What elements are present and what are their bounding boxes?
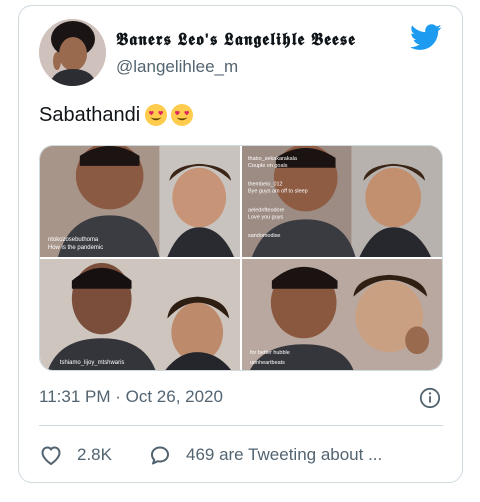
twitter-bird-icon[interactable] bbox=[410, 24, 442, 51]
tweet-body: Sabathandi bbox=[39, 103, 141, 126]
tweet-card[interactable]: 𝕭𝖆𝖓𝖊𝖗𝖘 𝕷𝖊𝖔'𝖘 𝕷𝖆𝖓𝖌𝖊𝖑𝖎𝖍𝖑𝖊 𝕭𝖊𝖊𝖘𝖊 @langelihl… bbox=[18, 5, 463, 483]
overlay-comment-user: aelednfteodore bbox=[248, 207, 284, 213]
tweet-actions: 2.8K 469 are Tweeting about ... bbox=[39, 440, 382, 470]
tweet-text: Sabathandi bbox=[39, 103, 194, 127]
overlay-comment-text: Couple on goals bbox=[248, 163, 288, 169]
display-name[interactable]: 𝕭𝖆𝖓𝖊𝖗𝖘 𝕷𝖊𝖔'𝖘 𝕷𝖆𝖓𝖌𝖊𝖑𝖎𝖍𝖑𝖊 𝕭𝖊𝖊𝖘𝖊 bbox=[116, 30, 356, 50]
user-handle[interactable]: @langelihlee_m bbox=[116, 57, 238, 77]
reply-button[interactable]: 469 are Tweeting about ... bbox=[148, 443, 382, 467]
overlay-comment-user: thabo_sekakarakala bbox=[248, 156, 298, 162]
tweet-timestamp[interactable]: 11:31 PM · Oct 26, 2020 bbox=[39, 387, 223, 407]
reply-label: 469 are Tweeting about ... bbox=[185, 445, 383, 464]
overlay-comment-text: Love you guys bbox=[248, 214, 284, 220]
media-photo[interactable]: ntokozosebuthoma How is the pandemic bbox=[40, 146, 240, 257]
media-photo[interactable]: for better hubble uonheartbeats bbox=[242, 259, 442, 370]
info-icon[interactable] bbox=[419, 387, 441, 409]
overlay-comment-text: for better hubble bbox=[250, 350, 290, 356]
heart-eyes-emoji bbox=[171, 104, 194, 126]
heart-outline-icon bbox=[41, 446, 61, 465]
media-grid[interactable]: ntokozosebuthoma How is the pandemic tha… bbox=[39, 145, 443, 371]
overlay-comment-user: thembelo_012 bbox=[248, 182, 283, 188]
overlay-comment-text: How is the pandemic bbox=[48, 245, 103, 251]
overlay-comment-text: Bye guys am off to sleep bbox=[248, 189, 308, 195]
media-photo[interactable]: thabo_sekakarakala Couple on goals themb… bbox=[242, 146, 442, 257]
divider bbox=[39, 425, 443, 426]
heart-eyes-emoji bbox=[145, 104, 168, 126]
like-count: 2.8K bbox=[77, 445, 112, 464]
like-button[interactable]: 2.8K bbox=[39, 443, 112, 467]
overlay-comment-user: tshiamo_lijoy_mtshwaris bbox=[60, 360, 125, 366]
avatar[interactable] bbox=[39, 19, 106, 86]
overlay-comment-user: uonheartbeats bbox=[250, 360, 285, 366]
overlay-comment-user: ntokozosebuthoma bbox=[48, 237, 99, 243]
speech-bubble-icon bbox=[150, 446, 169, 465]
overlay-comment-user: sandomodise bbox=[248, 233, 281, 239]
media-photo[interactable]: tshiamo_lijoy_mtshwaris bbox=[40, 259, 240, 370]
